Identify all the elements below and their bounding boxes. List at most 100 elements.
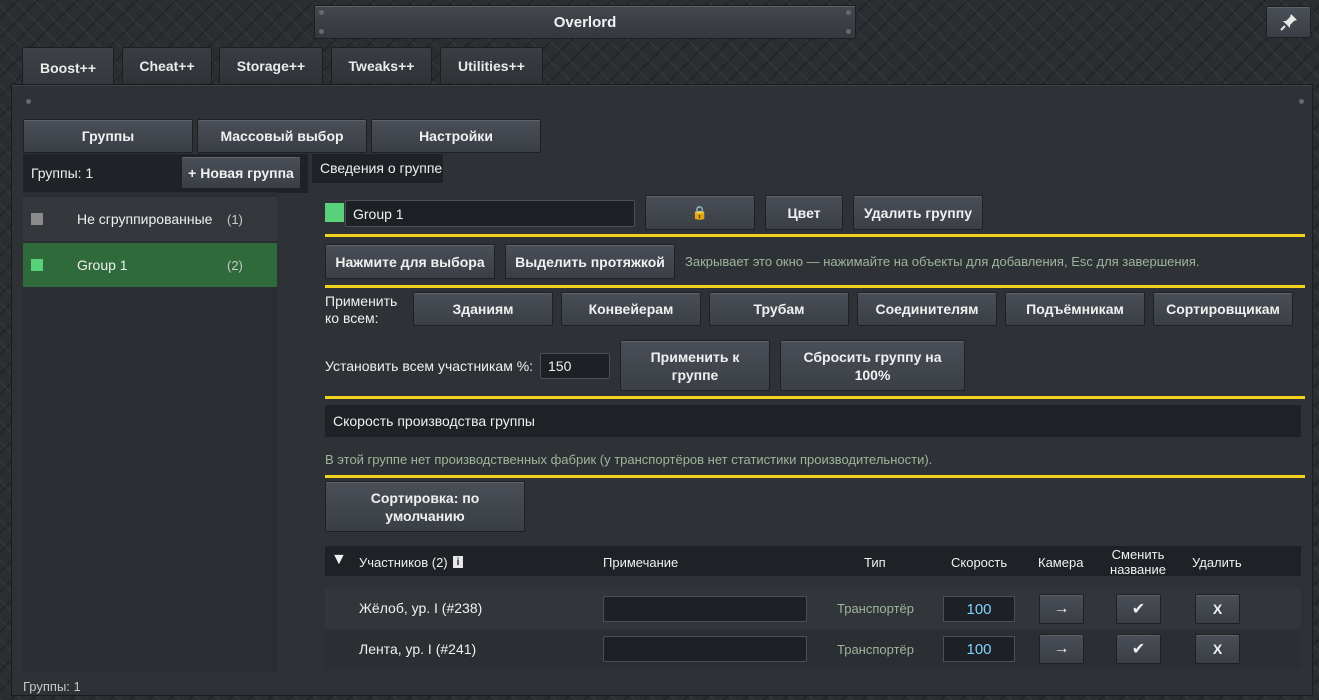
sidebar-item-label: Не сгруппированные <box>77 211 213 227</box>
arrow-right-icon: → <box>1053 640 1070 657</box>
column-header-note: Примечание <box>603 555 679 570</box>
apply-all-label: Применить ко всем: <box>325 293 397 327</box>
subtab-settings[interactable]: Настройки <box>371 119 541 153</box>
camera-button[interactable]: → <box>1039 594 1084 624</box>
collapse-toggle-icon[interactable]: ▼ <box>331 551 347 569</box>
screw-decoration <box>319 10 324 15</box>
column-header-delete: Удалить <box>1192 555 1242 570</box>
group-color-swatch <box>31 259 43 271</box>
button-label: + Новая группа <box>188 164 294 181</box>
selection-hint: Закрывает это окно — нажимайте на объект… <box>685 254 1200 269</box>
member-note-input[interactable] <box>603 636 807 662</box>
color-button[interactable]: Цвет <box>765 195 843 230</box>
percent-label: Установить всем участникам %: <box>325 358 534 374</box>
button-label: Нажмите для выбора <box>335 253 485 270</box>
tab-storage[interactable]: Storage++ <box>219 47 323 83</box>
click-select-button[interactable]: Нажмите для выбора <box>325 244 495 279</box>
pin-icon <box>1279 14 1297 31</box>
tab-label: Cheat++ <box>139 57 195 74</box>
apply-all-label-line: ко всем: <box>325 310 379 326</box>
tab-boost[interactable]: Boost++ <box>22 47 114 87</box>
group-name-input[interactable]: Group 1 <box>345 200 635 227</box>
rename-button[interactable]: ✔ <box>1116 634 1161 664</box>
subtab-label: Настройки <box>419 128 493 144</box>
member-name: Лента, ур. I (#241) <box>359 641 477 657</box>
sidebar-item-label: Group 1 <box>77 257 128 273</box>
members-count-label: Участников (2) <box>359 555 448 570</box>
column-header-type: Тип <box>864 555 886 570</box>
apply-lifts-button[interactable]: Подъёмникам <box>1005 292 1145 326</box>
button-label: Сортировка: по умолчанию <box>370 489 480 524</box>
section-divider <box>325 285 1305 288</box>
sidebar-item-count: (1) <box>227 211 243 227</box>
delete-group-button[interactable]: Удалить группу <box>853 195 983 230</box>
button-label: Сбросить группу на 100% <box>803 348 942 383</box>
apply-sorters-button[interactable]: Сортировщикам <box>1153 292 1293 326</box>
subtab-groups[interactable]: Группы <box>23 119 193 153</box>
subtab-label: Группы <box>81 128 135 144</box>
apply-connectors-button[interactable]: Соединителям <box>857 292 997 326</box>
button-label: Удалить группу <box>863 204 973 221</box>
group-color-swatch <box>31 213 43 225</box>
screw-decoration <box>846 29 851 34</box>
delete-member-button[interactable]: X <box>1195 594 1240 624</box>
reset-group-button[interactable]: Сбросить группу на 100% <box>780 340 965 391</box>
camera-button[interactable]: → <box>1039 634 1084 664</box>
section-divider <box>325 234 1305 237</box>
window-title: Overlord <box>553 13 617 31</box>
pin-button[interactable] <box>1266 6 1311 38</box>
production-title: Скорость производства группы <box>333 413 535 429</box>
button-label: Соединителям <box>875 301 979 317</box>
apply-to-group-button[interactable]: Применить к группе <box>620 340 770 391</box>
tab-utilities[interactable]: Utilities++ <box>440 47 543 83</box>
button-label: Применить к группе <box>650 348 740 383</box>
tab-label: Utilities++ <box>458 57 525 74</box>
drag-select-button[interactable]: Выделить протяжкой <box>505 244 675 279</box>
group-color-swatch <box>325 203 344 222</box>
subtab-label: Массовый выбор <box>220 128 344 144</box>
member-note-input[interactable] <box>603 596 807 622</box>
button-label: Подъёмникам <box>1026 301 1124 317</box>
window-title-bar: Overlord <box>314 5 856 39</box>
member-speed-value: 100 <box>966 600 992 618</box>
sidebar-footer-count: Группы: 1 <box>23 679 81 694</box>
column-header-camera: Камера <box>1038 555 1084 570</box>
button-label: Конвейерам <box>588 301 674 317</box>
column-header-rename: Сменить название <box>1110 547 1166 577</box>
member-speed-input[interactable]: 100 <box>943 636 1015 662</box>
tab-label: Storage++ <box>236 57 306 74</box>
screw-decoration <box>319 29 324 34</box>
new-group-button[interactable]: + Новая группа <box>181 156 301 189</box>
member-speed-input[interactable]: 100 <box>943 596 1015 622</box>
percent-input[interactable]: 150 <box>540 353 610 379</box>
member-name: Жёлоб, ур. I (#238) <box>359 600 483 616</box>
percent-value: 150 <box>548 358 572 374</box>
production-note: В этой группе нет производственных фабри… <box>325 452 933 467</box>
rename-button[interactable]: ✔ <box>1116 594 1161 624</box>
lock-button[interactable]: 🔒 <box>645 195 755 230</box>
apply-all-label-line: Применить <box>325 293 398 309</box>
button-label: Цвет <box>787 204 821 221</box>
sort-button[interactable]: Сортировка: по умолчанию <box>325 481 525 532</box>
subtab-mass-select[interactable]: Массовый выбор <box>197 119 367 153</box>
member-type: Транспортёр <box>837 642 914 657</box>
close-icon: X <box>1212 641 1223 657</box>
screw-decoration <box>26 99 31 104</box>
tab-tweaks[interactable]: Tweaks++ <box>331 47 432 83</box>
apply-conveyors-button[interactable]: Конвейерам <box>561 292 701 326</box>
apply-buildings-button[interactable]: Зданиям <box>413 292 553 326</box>
sidebar-item-ungrouped[interactable]: Не сгруппированные (1) <box>23 197 277 241</box>
tab-cheat[interactable]: Cheat++ <box>122 47 212 83</box>
delete-member-button[interactable]: X <box>1195 634 1240 664</box>
member-speed-value: 100 <box>966 640 992 658</box>
groups-count-label: Группы: 1 <box>31 165 94 181</box>
production-header: Скорость производства группы <box>325 405 1301 437</box>
info-icon[interactable]: i <box>453 556 463 568</box>
sidebar-item-group-1[interactable]: Group 1 (2) <box>23 243 277 287</box>
column-header-speed: Скорость <box>951 555 1008 570</box>
section-divider <box>325 396 1305 399</box>
group-name-value: Group 1 <box>353 205 404 222</box>
lock-icon: 🔒 <box>691 204 709 220</box>
member-type: Транспортёр <box>837 601 914 616</box>
apply-pipes-button[interactable]: Трубам <box>709 292 849 326</box>
